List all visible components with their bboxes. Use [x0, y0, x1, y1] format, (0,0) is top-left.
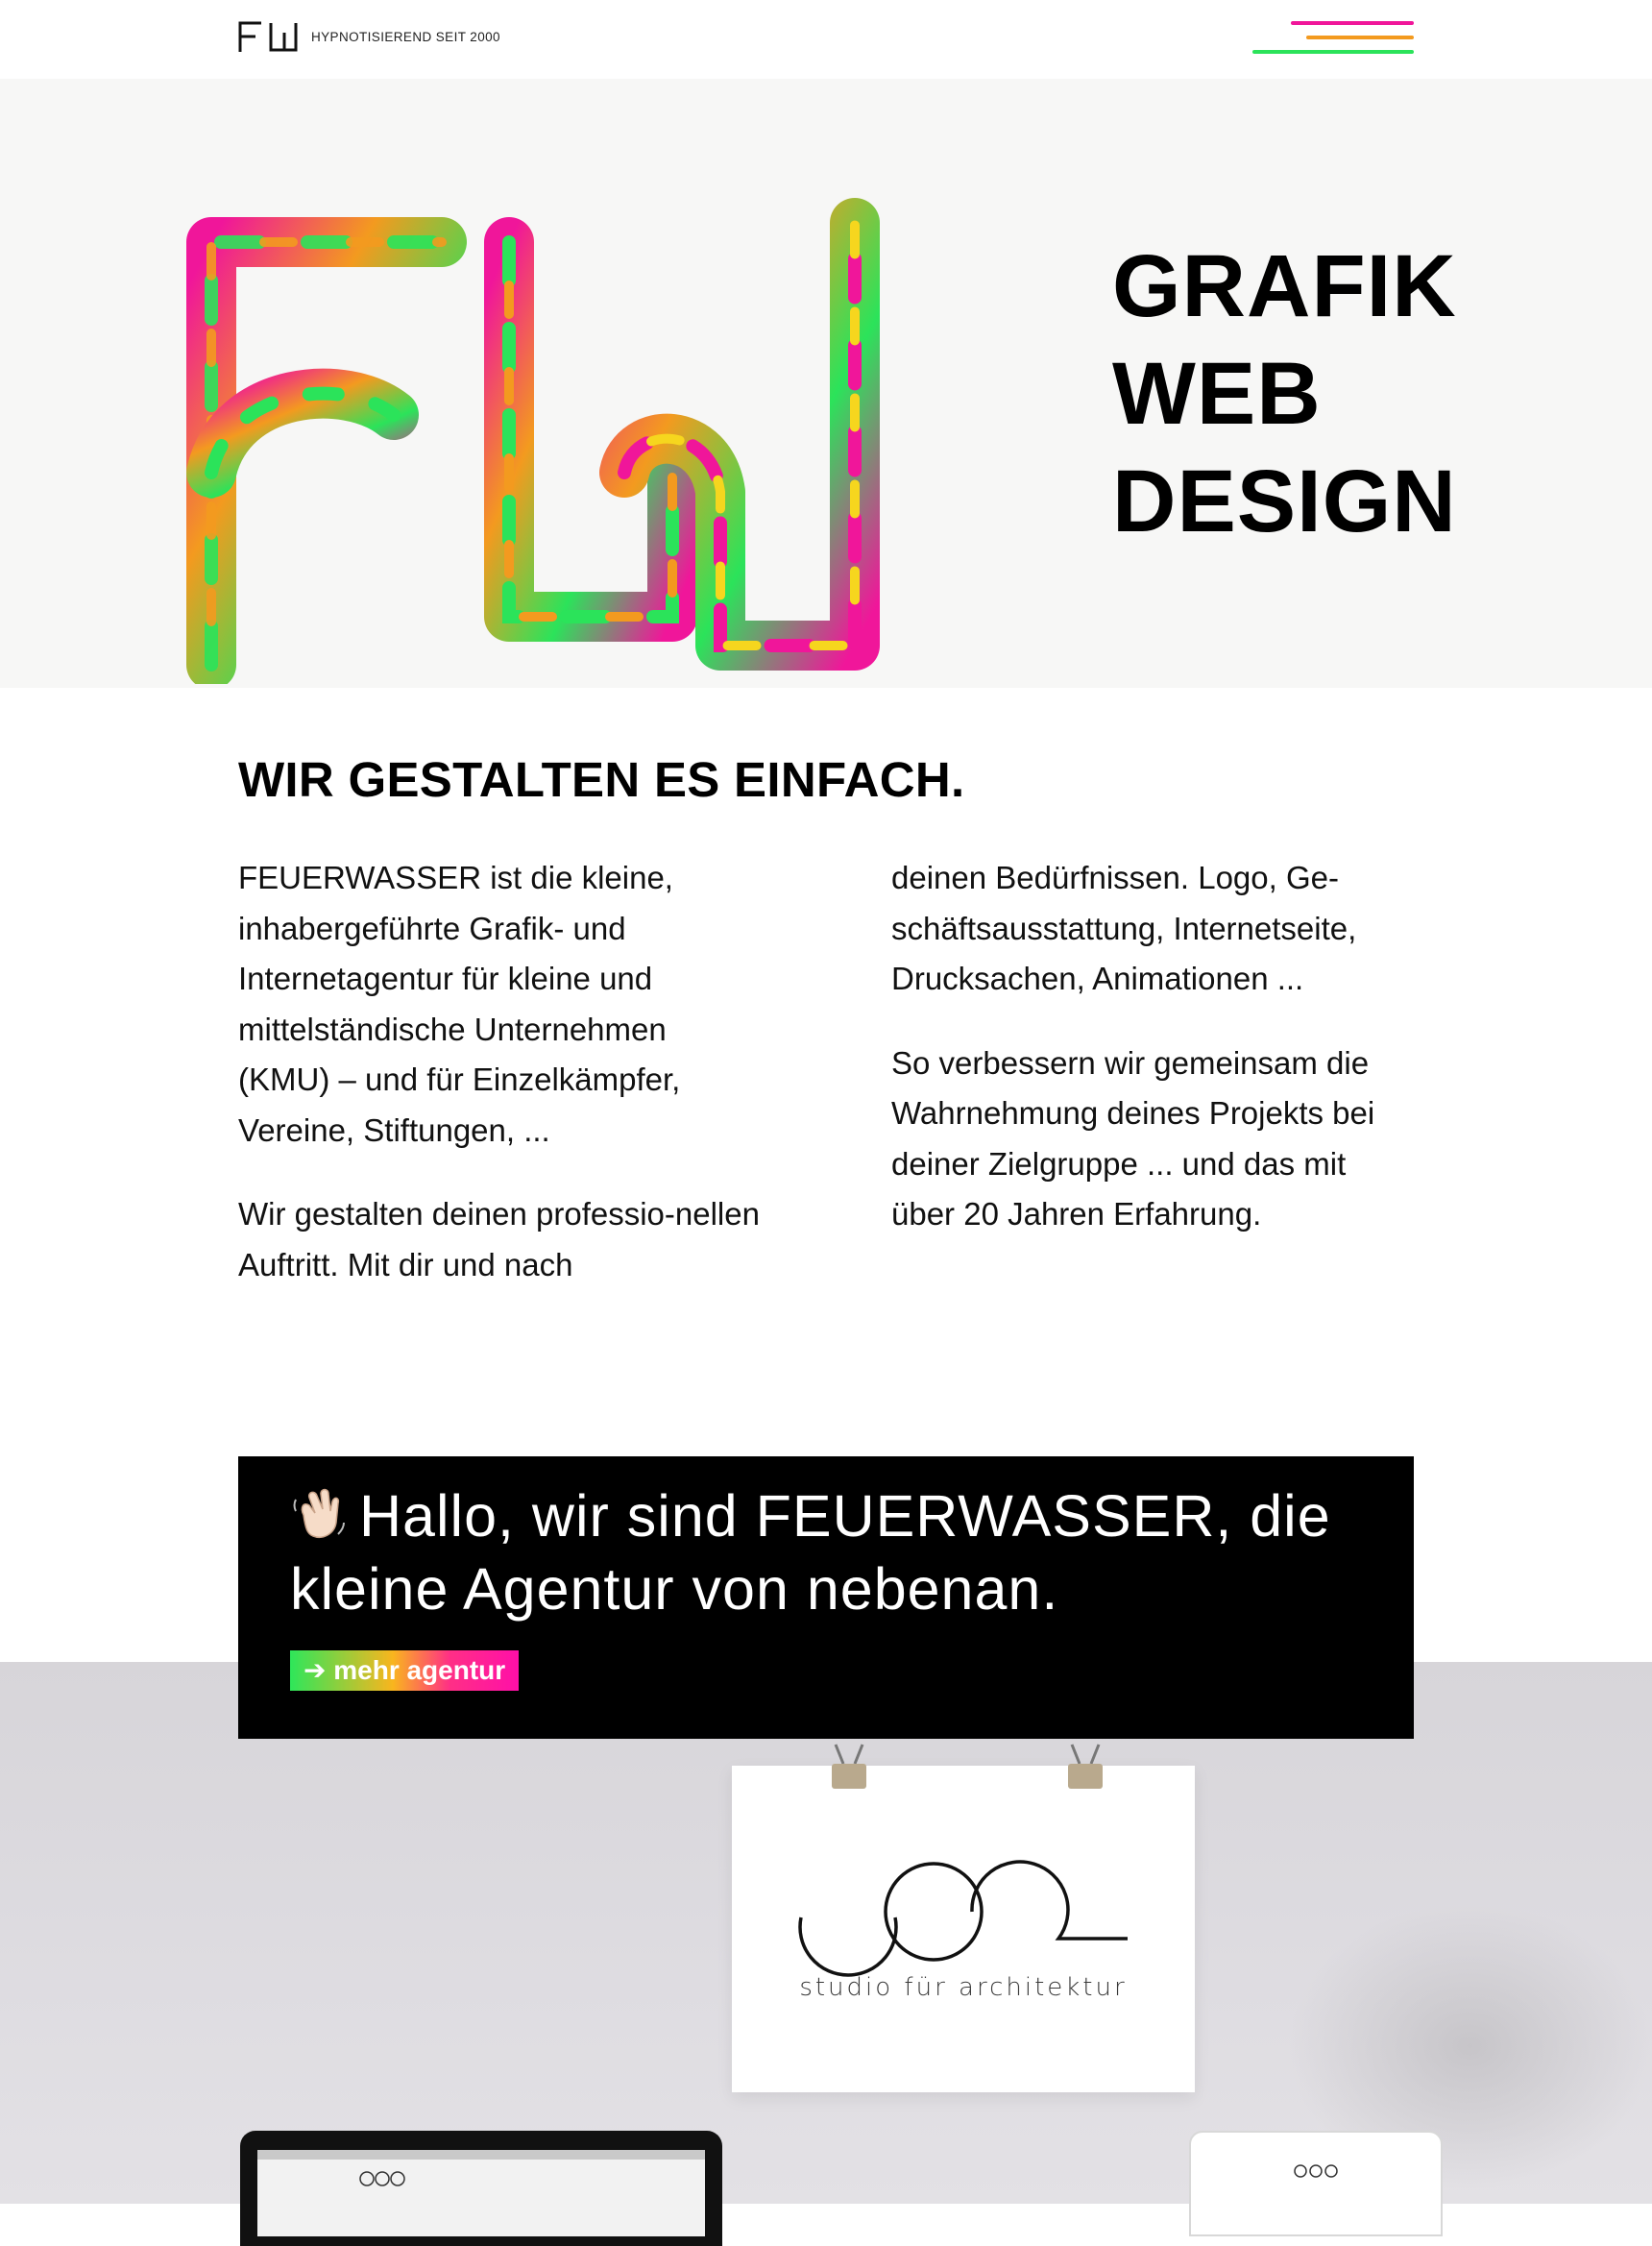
waving-hand-icon [290, 1485, 350, 1541]
callout-text-block: Hallo, wir sind FEUERWASSER, die kleine … [290, 1479, 1375, 1625]
more-agency-button[interactable]: ➔ mehr agentur [290, 1650, 520, 1691]
tablet-mockup [1189, 2131, 1443, 2236]
hero-title-line: GRAFIK [1112, 237, 1457, 335]
agency-callout: Hallo, wir sind FEUERWASSER, die kleine … [238, 1456, 1414, 1739]
site-header: HYPNOTISIEREND SEIT 2000 [0, 0, 1652, 79]
intro-paragraph: deinen Bedürfnissen. Logo, Ge-schäftsaus… [891, 860, 1357, 996]
intro-paragraph: So verbessern wir gemeinsam die Wahrnehm… [891, 1044, 1375, 1233]
menu-line-pink [1291, 21, 1414, 25]
menu-button[interactable] [1252, 21, 1414, 56]
binder-clip-icon [1068, 1744, 1103, 1789]
menu-line-green [1252, 50, 1414, 54]
intro-column-right: deinen Bedürfnissen. Logo, Ge-schäftsaus… [891, 853, 1414, 1324]
binder-clip-icon [832, 1744, 866, 1789]
joa-small-logo-icon [1294, 2164, 1338, 2178]
site-tagline: HYPNOTISIEREND SEIT 2000 [311, 29, 500, 44]
hero-title-line: WEB [1112, 345, 1322, 443]
laptop-mockup [240, 2131, 722, 2246]
hero-title-line: DESIGN [1112, 452, 1457, 550]
joa-small-logo-icon [359, 2171, 405, 2186]
hero-fw-balloon-art [186, 198, 880, 684]
laptop-screen [257, 2150, 705, 2236]
hero-section: GRAFIK WEB DESIGN [0, 79, 1652, 688]
intro-paragraph: Wir gestalten deinen professio-nellen Au… [238, 1196, 760, 1282]
hero-title: GRAFIK WEB DESIGN [1112, 232, 1457, 555]
intro-paragraph: FEUERWASSER ist die kleine, inhabergefüh… [238, 860, 681, 1148]
callout-text: Hallo, wir sind FEUERWASSER, die kleine … [290, 1483, 1331, 1622]
architecture-poster: studio für architektur [732, 1766, 1195, 2092]
browser-toolbar [257, 2150, 705, 2160]
intro-column-left: FEUERWASSER ist die kleine, inhabergefüh… [238, 853, 761, 1324]
intro-section: WIR GESTALTEN ES EINFACH. FEUERWASSER is… [238, 751, 1414, 1282]
menu-line-orange [1306, 36, 1414, 39]
fw-logo-icon [238, 21, 298, 52]
intro-heading: WIR GESTALTEN ES EINFACH. [238, 752, 965, 807]
intro-columns: FEUERWASSER ist die kleine, inhabergefüh… [238, 853, 1414, 1324]
site-logo[interactable]: HYPNOTISIEREND SEIT 2000 [238, 19, 500, 54]
poster-label: studio für architektur [799, 1973, 1128, 2002]
